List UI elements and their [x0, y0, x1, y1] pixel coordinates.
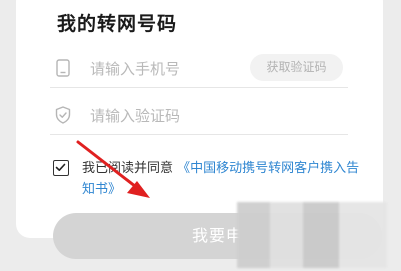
- divider: [50, 134, 348, 135]
- page-title: 我的转网号码: [57, 13, 178, 35]
- divider: [50, 87, 348, 88]
- verification-code-input[interactable]: [90, 103, 240, 129]
- get-code-button[interactable]: 获取验证码: [250, 54, 343, 81]
- agreement-text: 我已阅读并同意 《中国移动携号转网客户携入告知书》: [82, 158, 362, 200]
- agreement-prefix: 我已阅读并同意: [82, 161, 174, 176]
- phone-icon: [55, 59, 71, 77]
- blurred-region: [237, 202, 387, 268]
- agreement-checkbox[interactable]: [53, 160, 69, 176]
- phone-row: 获取验证码: [50, 52, 348, 88]
- phone-input[interactable]: [90, 56, 240, 82]
- code-row: [50, 99, 348, 135]
- shield-check-icon: [55, 106, 71, 124]
- check-icon: [55, 163, 66, 171]
